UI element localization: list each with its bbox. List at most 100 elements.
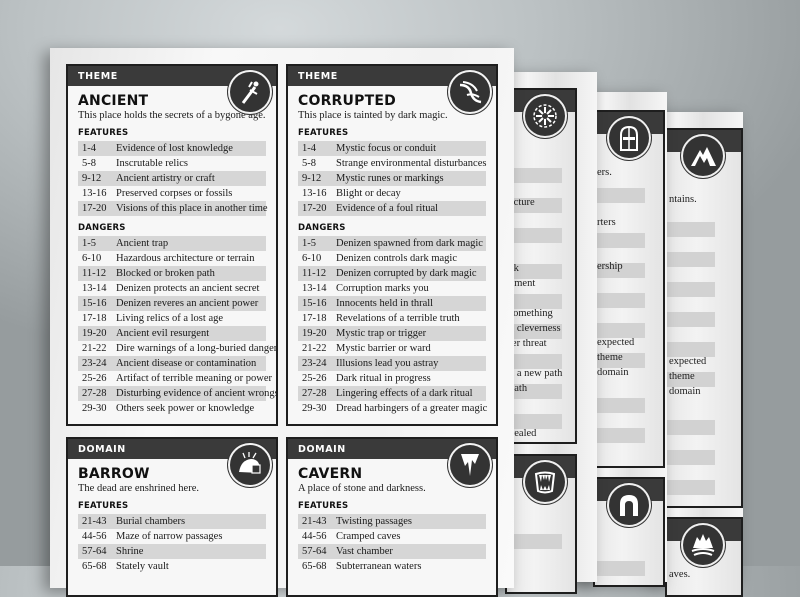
card-ancient: THEME ANCIENT This place holds the secre… bbox=[66, 64, 278, 426]
features-heading: FEATURES bbox=[298, 501, 349, 511]
mountain-peaks-icon bbox=[683, 136, 723, 176]
row-bar bbox=[595, 398, 645, 413]
table-row: 6-10 Denizen controls dark magic bbox=[298, 251, 486, 266]
features-table: 1-4 Mystic focus or conduit 5-8 Strange env… bbox=[298, 141, 486, 216]
row-text: Visions of this place in another time bbox=[116, 203, 268, 214]
roll-range: 13-16 bbox=[302, 188, 327, 199]
roll-range: 65-68 bbox=[302, 561, 327, 572]
table-row: 9-12 Mystic runes or markings bbox=[298, 171, 486, 186]
row-text: Blocked or broken path bbox=[116, 268, 215, 279]
row-text: Disturbing evidence of ancient wrongs bbox=[116, 388, 278, 399]
row-text: Revelations of a terrible truth bbox=[336, 313, 460, 324]
back-card-wheel: ecture ck nment something g cleverness t… bbox=[505, 88, 577, 444]
row-bar bbox=[507, 414, 562, 429]
roll-range: 1-4 bbox=[302, 143, 316, 154]
row-bar bbox=[667, 342, 715, 357]
table-row: 17-20 Evidence of a foul ritual bbox=[298, 201, 486, 216]
back-sheet-1: ecture ck nment something g cleverness t… bbox=[505, 72, 597, 594]
row-text: Evidence of a foul ritual bbox=[336, 203, 439, 214]
card-barrow: DOMAIN BARROW The dead are enshrined her… bbox=[66, 437, 278, 597]
roll-range: 57-64 bbox=[82, 546, 107, 557]
roll-range: 13-16 bbox=[82, 188, 107, 199]
partial-text: aves. bbox=[669, 569, 691, 580]
row-bar bbox=[667, 420, 715, 435]
table-row: 23-24 Ancient disease or contamination bbox=[78, 356, 266, 371]
arched-door-icon bbox=[609, 118, 649, 158]
cavern-stalactite-icon bbox=[450, 445, 490, 485]
table-row: 23-24 Illusions lead you astray bbox=[298, 356, 486, 371]
table-row: 57-64 Vast chamber bbox=[298, 544, 486, 559]
partial-text: ntains. bbox=[669, 194, 697, 205]
row-bar bbox=[507, 228, 562, 243]
roll-range: 21-43 bbox=[82, 516, 107, 527]
table-row: 13-14 Corruption marks you bbox=[298, 281, 486, 296]
roll-range: 21-43 bbox=[302, 516, 327, 527]
table-row: 57-64 Shrine bbox=[78, 544, 266, 559]
row-text: Innocents held in thrall bbox=[336, 298, 434, 309]
roll-range: 19-20 bbox=[302, 328, 327, 339]
roll-range: 5-8 bbox=[302, 158, 316, 169]
back-sheet-3: ntains. expected theme domain aves. bbox=[655, 112, 743, 597]
row-bar bbox=[507, 354, 562, 369]
table-row: 11-12 Denizen corrupted by dark magic bbox=[298, 266, 486, 281]
partial-text: g cleverness bbox=[509, 323, 561, 334]
roll-range: 25-26 bbox=[302, 373, 327, 384]
table-row: 27-28 Lingering effects of a dark ritual bbox=[298, 386, 486, 401]
back-card-door: ers. rters ership expected theme domain bbox=[593, 110, 665, 468]
roll-range: 6-10 bbox=[82, 253, 102, 264]
roll-range: 23-24 bbox=[302, 358, 327, 369]
table-row: 65-68 Subterranean waters bbox=[298, 559, 486, 574]
table-row: 19-20 Mystic trap or trigger bbox=[298, 326, 486, 341]
partial-text: ers. bbox=[597, 167, 612, 178]
dangers-table: 1-5 Ancient trap 6-10 Hazardous architectur… bbox=[78, 236, 276, 416]
roll-range: 9-12 bbox=[82, 173, 102, 184]
roll-range: 13-14 bbox=[302, 283, 327, 294]
features-heading: FEATURES bbox=[298, 128, 349, 138]
table-row: 65-68 Stately vault bbox=[78, 559, 266, 574]
partial-text: ership bbox=[597, 261, 623, 272]
roll-range: 29-30 bbox=[302, 403, 327, 414]
table-row: 1-5 Ancient trap bbox=[78, 236, 266, 251]
row-bar bbox=[667, 252, 715, 267]
row-text: Burial chambers bbox=[116, 516, 186, 527]
barrow-tomb-icon bbox=[230, 445, 270, 485]
roll-range: 25-26 bbox=[82, 373, 107, 384]
table-row: 13-14 Denizen protects an ancient secret bbox=[78, 281, 266, 296]
roll-range: 5-8 bbox=[82, 158, 96, 169]
row-text: Mystic focus or conduit bbox=[336, 143, 437, 154]
partial-text: something bbox=[509, 308, 553, 319]
features-heading: FEATURES bbox=[78, 128, 129, 138]
table-row: 21-22 Mystic barrier or ward bbox=[298, 341, 486, 356]
row-text: Strange environmental disturbances bbox=[336, 158, 487, 169]
row-text: Corruption marks you bbox=[336, 283, 429, 294]
front-sheet: THEME ANCIENT This place holds the secre… bbox=[50, 48, 514, 597]
row-text: Denizen spawned from dark magic bbox=[336, 238, 483, 249]
features-table: 21-43 Twisting passages 44-56 Cramped caves… bbox=[298, 514, 486, 574]
back-sheet-2: ers. rters ership expected theme domain bbox=[585, 92, 667, 587]
row-bar bbox=[595, 561, 645, 576]
cave-waters-icon bbox=[683, 525, 723, 565]
table-row: 13-16 Blight or decay bbox=[298, 186, 486, 201]
partial-text: theme bbox=[669, 371, 695, 382]
row-text: Ancient trap bbox=[116, 238, 169, 249]
row-text: Stately vault bbox=[116, 561, 169, 572]
table-row: 21-43 Burial chambers bbox=[78, 514, 266, 529]
dangers-heading: DANGERS bbox=[298, 223, 346, 233]
row-bar bbox=[595, 293, 645, 308]
row-text: Denizen protects an ancient secret bbox=[116, 283, 260, 294]
row-bar bbox=[507, 534, 562, 549]
row-bar bbox=[595, 428, 645, 443]
table-row: 15-16 Innocents held in thrall bbox=[298, 296, 486, 311]
roll-range: 17-18 bbox=[82, 313, 107, 324]
row-text: Others seek power or knowledge bbox=[116, 403, 255, 414]
row-text: Lingering effects of a dark ritual bbox=[336, 388, 473, 399]
table-row: 9-12 Ancient artistry or craft bbox=[78, 171, 266, 186]
partial-text: ter threat bbox=[509, 338, 547, 349]
row-text: Twisting passages bbox=[336, 516, 412, 527]
table-row: 25-26 Dark ritual in progress bbox=[298, 371, 486, 386]
roll-range: 11-12 bbox=[302, 268, 327, 279]
partial-text: domain bbox=[597, 367, 629, 378]
roll-range: 23-24 bbox=[82, 358, 107, 369]
back-card-arch bbox=[593, 477, 665, 587]
roll-range: 17-20 bbox=[82, 203, 107, 214]
